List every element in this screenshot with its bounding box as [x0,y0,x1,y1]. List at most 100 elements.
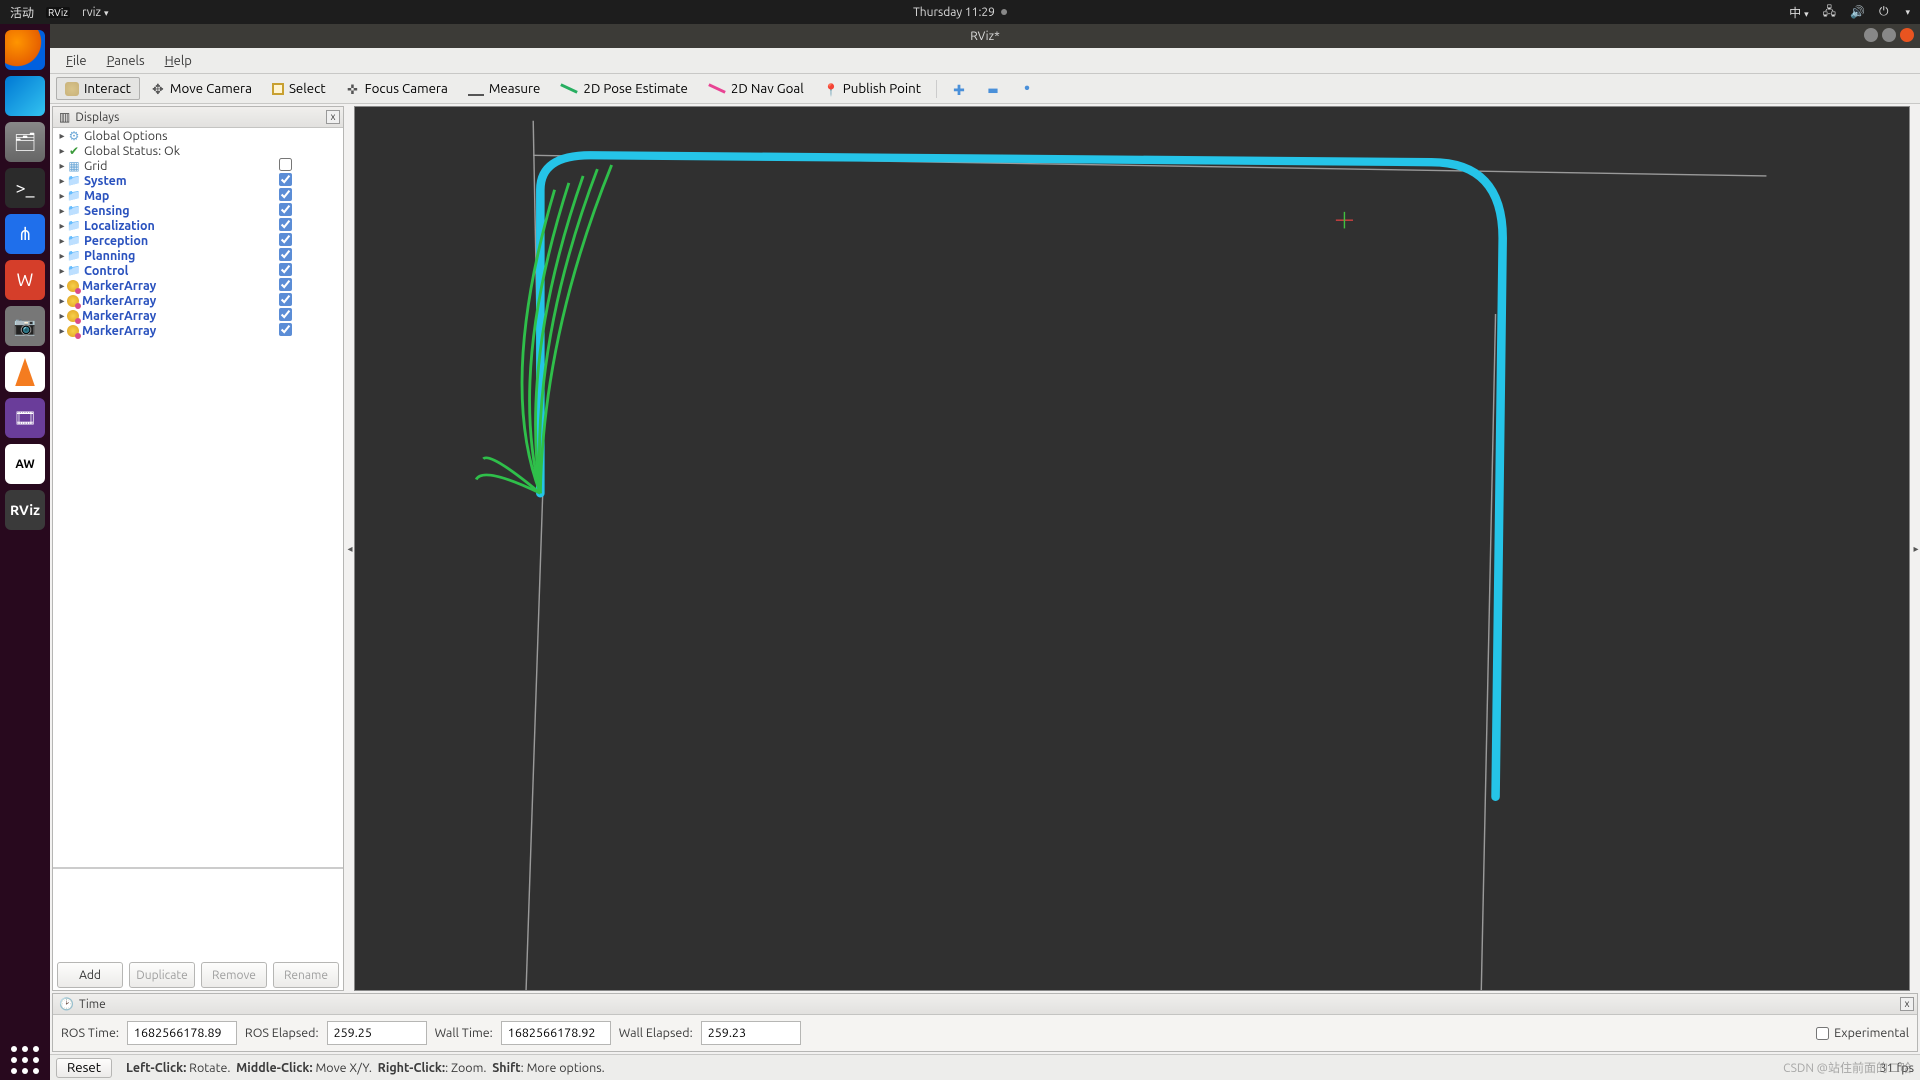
expand-arrow-icon[interactable]: ▸ [57,190,67,202]
tool-interact[interactable]: Interact [56,77,140,100]
tool-2d-nav-goal[interactable]: 2D Nav Goal [699,77,813,100]
watermark: CSDN @站住前面的二哈 [1783,1059,1912,1076]
tree-item[interactable]: ▸Map [53,188,343,203]
expand-arrow-icon[interactable]: ▸ [57,265,67,277]
network-icon[interactable]: 🖧 [1823,2,1836,23]
ime-indicator[interactable]: 中▾ [1789,4,1809,21]
tree-item-checkbox[interactable] [279,248,292,261]
tool-add-display[interactable] [943,78,975,100]
expand-arrow-icon[interactable]: ▸ [57,175,67,187]
tree-item-checkbox[interactable] [279,323,292,336]
tree-item-checkbox[interactable] [279,233,292,246]
tree-item-checkbox[interactable] [279,218,292,231]
dock-firefox[interactable] [5,30,45,70]
app-menu[interactable]: rviz▾ [82,6,109,19]
tool-2d-pose-estimate[interactable]: 2D Pose Estimate [551,77,696,100]
dock-wps[interactable]: W [5,260,45,300]
left-splitter[interactable]: ◂ [346,104,354,993]
show-applications[interactable] [5,1040,45,1080]
expand-arrow-icon[interactable]: ▸ [57,130,67,142]
tool-rename-display[interactable] [1011,78,1043,100]
experimental-checkbox[interactable]: Experimental [1816,1026,1909,1040]
tree-item[interactable]: ▸Localization [53,218,343,233]
menu-help[interactable]: Help [157,52,200,70]
right-splitter[interactable]: ▸ [1912,104,1920,993]
remove-button[interactable]: Remove [201,962,267,988]
ros-time-field[interactable] [127,1021,237,1045]
tree-item[interactable]: ▸Control [53,263,343,278]
launcher-dock: 🗂 >_ ⋔ W 📷 🎞 AW RViz [0,24,50,1080]
window-maximize-button[interactable] [1882,28,1896,42]
time-panel-header[interactable]: 🕑 Time x [53,994,1917,1015]
render-viewport[interactable] [354,106,1910,991]
power-icon[interactable]: ⏻ [1879,5,1889,19]
expand-arrow-icon[interactable]: ▸ [57,235,67,247]
activities-button[interactable]: 活动 [10,4,34,21]
clock[interactable]: Thursday 11:29 [913,6,995,19]
duplicate-button[interactable]: Duplicate [129,962,195,988]
expand-arrow-icon[interactable]: ▸ [57,310,67,322]
tree-item-checkbox[interactable] [279,278,292,291]
displays-panel-header[interactable]: ▥ Displays x [53,107,343,128]
tool-focus-camera[interactable]: Focus Camera [337,77,457,100]
tree-item[interactable]: ▸Perception [53,233,343,248]
tree-item[interactable]: ▸MarkerArray [53,278,343,293]
wall-elapsed-field[interactable] [701,1021,801,1045]
tree-item[interactable]: ▸Planning [53,248,343,263]
window-titlebar[interactable]: RViz* [50,24,1920,48]
dock-media[interactable]: 🎞 [5,398,45,438]
window-minimize-button[interactable] [1864,28,1878,42]
tree-item[interactable]: ▸ Global Options [53,128,343,143]
tree-item-checkbox[interactable] [279,293,292,306]
dock-screenshot[interactable]: 📷 [5,306,45,346]
dock-autoware[interactable]: AW [5,444,45,484]
tree-item[interactable]: ▸ MarkerArray [53,293,343,308]
tree-item[interactable]: ▸Sensing [53,203,343,218]
reset-button[interactable]: Reset [56,1058,112,1078]
system-menu-chevron-icon[interactable]: ▾ [1905,7,1910,18]
add-button[interactable]: Add [57,962,123,988]
tool-move-camera[interactable]: Move Camera [142,77,261,100]
dock-terminal[interactable]: >_ [5,168,45,208]
tool-publish-point[interactable]: Publish Point [815,77,930,100]
tree-item-label: MarkerArray [82,294,156,308]
expand-arrow-icon[interactable]: ▸ [57,295,67,307]
tree-item-checkbox[interactable] [279,188,292,201]
tree-item[interactable]: ▸Global Status: Ok [53,143,343,158]
tree-item-checkbox[interactable] [279,308,292,321]
tree-item-label: Global Options [84,129,168,143]
rename-button[interactable]: Rename [273,962,339,988]
displays-tree[interactable]: ▸Global Options▸Global Status: Ok▸Grid▸S… [53,128,343,868]
tree-item[interactable]: ▸MarkerArray [53,308,343,323]
tool-remove-display[interactable] [977,78,1009,100]
ros-elapsed-field[interactable] [327,1021,427,1045]
tool-measure[interactable]: Measure [459,77,550,100]
expand-arrow-icon[interactable]: ▸ [57,160,67,172]
tree-item-checkbox[interactable] [279,158,292,171]
dock-edge[interactable] [5,76,45,116]
tree-item-checkbox[interactable] [279,203,292,216]
tree-item[interactable]: ▸MarkerArray [53,323,343,338]
displays-close-button[interactable]: x [326,110,340,124]
dock-vlc[interactable] [5,352,45,392]
tree-item[interactable]: ▸System [53,173,343,188]
window-close-button[interactable] [1900,28,1914,42]
dock-vscode[interactable]: ⋔ [5,214,45,254]
dock-files[interactable]: 🗂 [5,122,45,162]
expand-arrow-icon[interactable]: ▸ [57,205,67,217]
dock-rviz[interactable]: RViz [5,490,45,530]
tree-item[interactable]: ▸Grid [53,158,343,173]
time-close-button[interactable]: x [1900,997,1914,1011]
expand-arrow-icon[interactable]: ▸ [57,250,67,262]
menu-panels[interactable]: Panels [99,52,153,70]
wall-time-field[interactable] [501,1021,611,1045]
expand-arrow-icon[interactable]: ▸ [57,280,67,292]
expand-arrow-icon[interactable]: ▸ [57,325,67,337]
expand-arrow-icon[interactable]: ▸ [57,145,67,157]
menu-file[interactable]: File [58,52,95,70]
expand-arrow-icon[interactable]: ▸ [57,220,67,232]
tree-item-checkbox[interactable] [279,263,292,276]
tree-item-checkbox[interactable] [279,173,292,186]
volume-icon[interactable]: 🔊 [1850,5,1865,19]
tool-select[interactable]: Select [263,77,335,100]
